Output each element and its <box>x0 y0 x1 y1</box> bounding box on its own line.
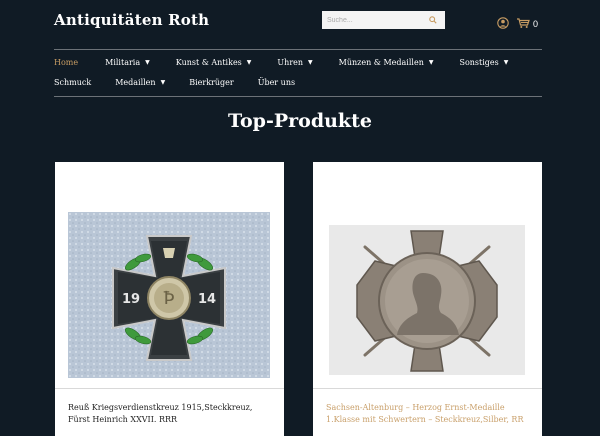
site-title[interactable]: Antiquitäten Roth <box>54 11 209 29</box>
nav-label: Kunst & Antikes <box>175 58 242 67</box>
product-image[interactable] <box>329 225 525 375</box>
nav-item-uhren[interactable]: Uhren ▼ <box>277 58 312 67</box>
nav-divider-top <box>54 49 542 50</box>
card-divider <box>313 388 542 389</box>
product-image[interactable]: Ꝥ 19 14 <box>68 212 270 378</box>
product-card[interactable]: Sachsen-Altenburg – Herzog Ernst-Medaill… <box>313 162 542 436</box>
cross-year-right: 14 <box>198 292 216 307</box>
main-nav-row-1: Home Militaria ▼ Kunst & Antikes ▼ Uhren ▼ … <box>54 58 508 67</box>
nav-label: Home <box>54 58 79 67</box>
section-heading: Top-Produkte <box>228 110 372 132</box>
svg-text:Ꝥ: Ꝥ <box>164 288 175 309</box>
nav-item-home[interactable]: Home <box>54 58 78 67</box>
nav-item-schmuck[interactable]: Schmuck <box>54 78 91 87</box>
nav-label: Uhren <box>277 58 304 67</box>
caret-down-icon: ▼ <box>503 59 509 66</box>
cart-count: 0 <box>533 18 539 29</box>
card-divider <box>55 388 284 389</box>
nav-item-sonstiges[interactable]: Sonstiges ▼ <box>459 58 508 67</box>
product-card[interactable]: Ꝥ 19 14 Reuß Kriegsverdienstkreuz 1915,S… <box>55 162 284 436</box>
nav-label: Medaillen <box>115 78 156 87</box>
product-title[interactable]: Reuß Kriegsverdienstkreuz 1915,Steckkreu… <box>68 402 273 426</box>
cart-button[interactable]: 0 <box>516 14 538 33</box>
main-nav-row-2: Schmuck Medaillen ▼ Bierkrüger Über uns <box>54 78 295 87</box>
caret-down-icon: ▼ <box>428 59 434 66</box>
search-box[interactable] <box>322 11 445 29</box>
nav-label: Schmuck <box>54 78 92 87</box>
search-icon[interactable] <box>426 16 440 24</box>
nav-item-muenzen-medaillen[interactable]: Münzen & Medaillen ▼ <box>339 58 434 67</box>
nav-item-bierkrueger[interactable]: Bierkrüger <box>189 78 234 87</box>
cross-year-left: 19 <box>122 292 140 307</box>
nav-item-kunst-antikes[interactable]: Kunst & Antikes ▼ <box>176 58 252 67</box>
nav-label: Über uns <box>257 78 296 87</box>
nav-item-ueber-uns[interactable]: Über uns <box>258 78 295 87</box>
caret-down-icon: ▼ <box>160 79 166 86</box>
caret-down-icon: ▼ <box>246 59 252 66</box>
nav-divider-bottom <box>54 96 542 97</box>
nav-label: Münzen & Medaillen <box>338 58 424 67</box>
account-icon[interactable] <box>497 14 509 29</box>
cart-icon[interactable] <box>516 14 530 33</box>
caret-down-icon: ▼ <box>145 59 150 66</box>
nav-item-militaria[interactable]: Militaria ▼ <box>105 58 150 67</box>
product-title[interactable]: Sachsen-Altenburg – Herzog Ernst-Medaill… <box>326 402 531 426</box>
nav-label: Bierkrüger <box>189 78 234 87</box>
nav-label: Militaria <box>105 58 141 67</box>
caret-down-icon: ▼ <box>308 59 313 66</box>
nav-item-medaillen[interactable]: Medaillen ▼ <box>115 78 165 87</box>
search-input[interactable] <box>322 11 426 29</box>
nav-label: Sonstiges <box>459 58 499 67</box>
